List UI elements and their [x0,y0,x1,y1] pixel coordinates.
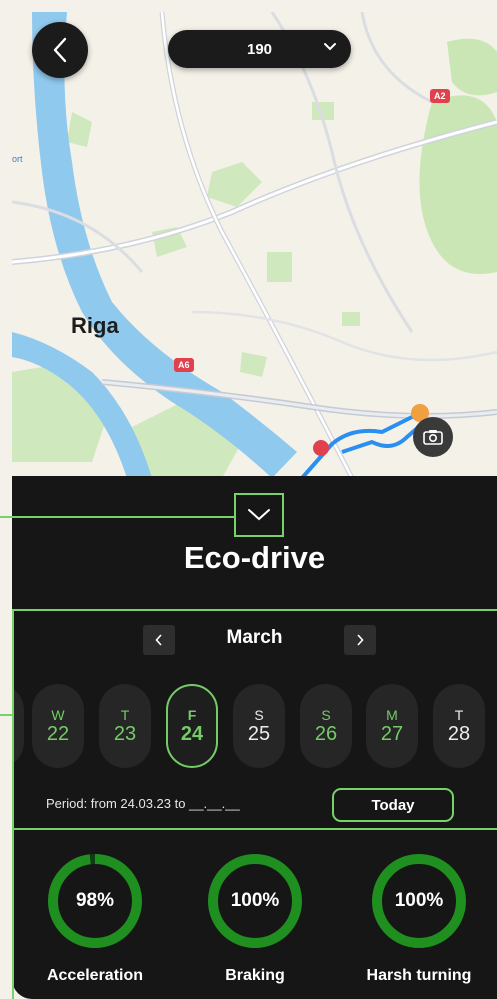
metric-value: 100% [394,890,444,911]
chevron-down-icon [324,43,336,51]
day-number: 25 [247,722,271,745]
day-cell[interactable]: W 22 [32,684,84,768]
road-shield-a2: A2 [430,89,450,103]
metric-label: Harsh turning [366,967,472,984]
partial-map-label: ort [12,154,23,164]
day-weekday: W [51,706,65,723]
day-cell-selected[interactable]: F 24 [166,684,218,768]
back-chevron-icon [53,37,67,63]
metric-value: 100% [230,890,280,911]
section-divider [12,609,497,611]
metric-braking: 100% Braking [190,851,320,985]
chevron-down-icon [248,509,270,521]
map-canvas: ort [12,12,497,478]
day-weekday: M [386,706,398,723]
day-weekday: T [120,706,130,723]
month-label: March [226,627,283,648]
metric-value: 98% [75,890,115,911]
day-cell[interactable]: T 23 [99,684,151,768]
vehicle-select[interactable]: 190 [168,30,351,68]
period-text: Period: from 24.03.23 to __.__.__ [46,796,240,811]
metric-label: Acceleration [46,967,144,984]
camera-button[interactable] [413,417,453,457]
day-number: 27 [380,722,404,745]
day-cell[interactable]: S 26 [300,684,352,768]
day-cell[interactable]: S 25 [233,684,285,768]
metric-acceleration: 98% Acceleration [30,851,160,985]
day-number: 22 [46,722,70,745]
collapse-panel-button[interactable] [234,493,284,537]
day-cell[interactable]: M 27 [366,684,418,768]
map-view[interactable]: ort A2 A6 Riga [12,12,497,478]
metric-harsh-turning: 100% Harsh turning [354,851,484,985]
metric-label: Braking [225,967,285,984]
eco-drive-panel: Eco-drive March W 22 T 23 F 24 S 25 S 26… [12,476,497,999]
vehicle-select-value: 190 [246,40,273,58]
annotation-line [12,610,14,999]
day-weekday: F [187,706,197,723]
screen: ort A2 A6 Riga 190 Eco-drive March W 22 … [0,0,497,999]
annotation-line [0,516,234,518]
day-number: 24 [180,722,204,745]
panel-title: Eco-drive [183,540,326,575]
annotation-line [0,714,14,716]
day-cell[interactable]: T 28 [433,684,485,768]
day-number: 23 [113,722,137,745]
speed-marker-icon [313,440,329,456]
day-weekday: T [454,706,464,723]
day-number: 28 [447,722,471,745]
day-number: 26 [314,722,338,745]
day-weekday: S [321,706,331,723]
back-button[interactable] [32,22,88,78]
camera-icon [423,430,443,445]
next-month-button[interactable] [344,625,376,655]
today-button[interactable]: Today [332,788,454,822]
section-divider [12,828,497,830]
road-shield-a6: A6 [174,358,194,372]
day-weekday: S [254,706,264,723]
city-label: Riga [71,313,119,338]
chevron-right-icon [357,634,364,646]
